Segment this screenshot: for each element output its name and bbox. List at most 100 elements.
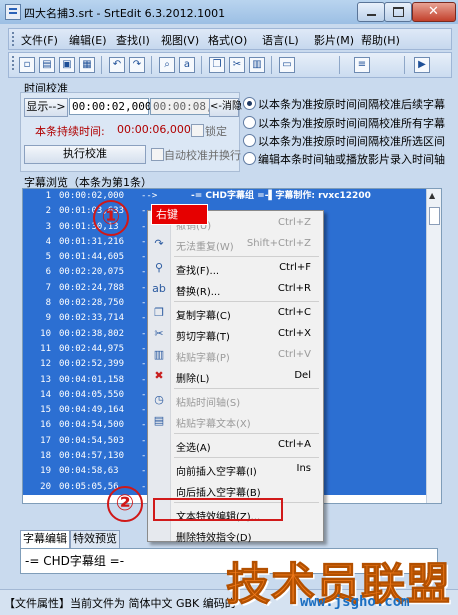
- menu-item-label: 粘贴字幕(P): [176, 353, 230, 364]
- vertical-scrollbar[interactable]: ▲: [426, 189, 441, 503]
- row-start-time: 00:04:58,63: [59, 466, 119, 477]
- play-icon[interactable]: ▶: [414, 57, 430, 73]
- menu-item-12[interactable]: 向前插入空字幕(I) Ins: [148, 459, 323, 480]
- execute-button[interactable]: 执行校准: [24, 145, 146, 164]
- menu-item-5[interactable]: ❐ 复制字幕(C) Ctrl+C: [148, 303, 323, 324]
- title-bar[interactable]: 四大名捕3.srt - SrtEdit 6.3.2012.1001 ✕: [0, 0, 458, 24]
- open-icon[interactable]: ▤: [39, 57, 55, 73]
- menu-item-shortcut: Ctrl+A: [277, 439, 311, 450]
- cut-icon[interactable]: ✂: [229, 57, 245, 73]
- save-icon[interactable]: ▣: [59, 57, 75, 73]
- scroll-up-icon[interactable]: ▲: [429, 191, 435, 200]
- tab-effect-preview[interactable]: 特效预览: [70, 530, 120, 548]
- radio-option-2[interactable]: [243, 116, 256, 129]
- row-number: 8: [45, 298, 51, 309]
- menu-item-label: 粘贴时间轴(S): [176, 398, 241, 409]
- row-number: 5: [45, 252, 51, 263]
- menu-item-shortcut: Ctrl+F: [279, 262, 311, 273]
- row-start-time: 00:02:24,788: [59, 282, 125, 293]
- row-start-time: 00:04:05,550: [59, 389, 125, 400]
- radio-option-4[interactable]: [243, 152, 256, 165]
- menu-view[interactable]: 视图(V): [161, 32, 199, 48]
- toolbar-grip[interactable]: [12, 56, 16, 70]
- delete-icon: ✖: [154, 369, 164, 382]
- replace-icon: ab: [152, 282, 166, 295]
- cancel-button[interactable]: <-消隐: [209, 98, 242, 117]
- menu-item-3[interactable]: ⚲ 查找(F)... Ctrl+F: [148, 258, 323, 279]
- close-icon: ✕: [428, 4, 439, 19]
- menu-item-label: 替换(R)...: [176, 287, 221, 298]
- menu-item-11[interactable]: 全选(A) Ctrl+A: [148, 435, 323, 456]
- radio-option-3[interactable]: [243, 134, 256, 147]
- paste-text-icon: ▤: [153, 414, 165, 427]
- menu-separator: [174, 301, 319, 302]
- highlight-box: [153, 498, 283, 521]
- table-row[interactable]: 1 00:00:02,000 --> -= CHD字幕组 =-▌字幕制作: rvxc1…: [23, 189, 427, 205]
- menu-separator: [174, 433, 319, 434]
- close-button[interactable]: ✕: [412, 2, 456, 22]
- menu-edit[interactable]: 编辑(E): [69, 32, 107, 48]
- toolbar-separator: [151, 56, 152, 74]
- list-icon[interactable]: ≡: [354, 57, 370, 73]
- menu-item-8[interactable]: ✖ 删除(L) Del: [148, 366, 323, 387]
- copy-icon[interactable]: ❐: [209, 57, 225, 73]
- row-number: 16: [40, 420, 51, 431]
- menubar-grip[interactable]: [12, 32, 16, 46]
- menu-item-4[interactable]: ab 替换(R)... Ctrl+R: [148, 279, 323, 300]
- tab-subtitle-edit[interactable]: 字幕编辑: [20, 530, 70, 548]
- toolbar-separator: [101, 56, 102, 74]
- menu-item-label: 粘贴字幕文本(X): [176, 419, 251, 430]
- menu-item-6[interactable]: ✂ 剪切字幕(T) Ctrl+X: [148, 324, 323, 345]
- minimize-button[interactable]: [357, 2, 385, 22]
- menu-item-9[interactable]: ◷ 粘贴时间轴(S): [148, 390, 323, 411]
- paste-icon[interactable]: ▥: [249, 57, 265, 73]
- toolbar-separator: [404, 56, 405, 74]
- row-number: 2: [45, 206, 51, 217]
- auto-checkbox[interactable]: [151, 148, 164, 161]
- start-time-field[interactable]: 00:00:02,000: [69, 98, 151, 115]
- menu-item-shortcut: Ins: [296, 463, 312, 474]
- menu-format[interactable]: 格式(O): [208, 32, 247, 48]
- row-text: -= CHD字幕组 =-▌字幕制作: rvxc12200: [191, 191, 371, 201]
- find-icon[interactable]: ⌕: [159, 57, 175, 73]
- step-1-marker: ①: [93, 200, 129, 236]
- row-start-time: 00:02:38,802: [59, 328, 125, 339]
- row-number: 9: [45, 313, 51, 324]
- menu-help[interactable]: 帮助(H): [361, 32, 400, 48]
- toolbar-separator: [201, 56, 202, 74]
- row-number: 7: [45, 282, 51, 293]
- maximize-button[interactable]: [384, 2, 412, 22]
- menu-item-2[interactable]: ↷ 无法重复(W) Shift+Ctrl+Z: [148, 234, 323, 255]
- scroll-thumb[interactable]: [429, 207, 440, 225]
- row-number: 6: [45, 267, 51, 278]
- app-window: 四大名捕3.srt - SrtEdit 6.3.2012.1001 ✕ 文件(F…: [0, 0, 458, 615]
- row-number: 12: [40, 359, 51, 370]
- menu-item-15[interactable]: 删除特效指令(D): [148, 525, 323, 546]
- menu-item-10[interactable]: ▤ 粘贴字幕文本(X): [148, 411, 323, 432]
- undo-icon[interactable]: ↶: [109, 57, 125, 73]
- step-2-marker: ②: [107, 486, 143, 522]
- lock-checkbox[interactable]: [191, 124, 204, 137]
- menu-item-shortcut: Shift+Ctrl+Z: [246, 238, 311, 249]
- menu-movie[interactable]: 影片(M): [314, 32, 354, 48]
- maximize-icon: [393, 7, 404, 17]
- menu-item-7[interactable]: ▥ 粘贴字幕(P) Ctrl+V: [148, 345, 323, 366]
- row-start-time: 00:04:54,500: [59, 420, 125, 431]
- new-file-icon[interactable]: ▫: [19, 57, 35, 73]
- toolbar-separator: [339, 56, 340, 74]
- radio-option-1[interactable]: [243, 97, 256, 110]
- spellcheck-icon[interactable]: a: [179, 57, 195, 73]
- window-title: 四大名捕3.srt - SrtEdit 6.3.2012.1001: [24, 7, 226, 20]
- menu-language[interactable]: 语言(L): [262, 32, 299, 48]
- end-time-field[interactable]: 00:00:08,000: [150, 98, 212, 115]
- row-number: 17: [40, 435, 51, 446]
- save-all-icon[interactable]: ▦: [79, 57, 95, 73]
- menu-bar: 文件(F) 编辑(E) 查找(I) 视图(V) 格式(O) 语言(L) 影片(M…: [8, 28, 452, 50]
- menu-item-label: 全选(A): [176, 443, 211, 454]
- menu-find[interactable]: 查找(I): [116, 32, 150, 48]
- movie-icon[interactable]: ▭: [279, 57, 295, 73]
- menu-item-label: 无法重复(W): [176, 242, 234, 253]
- redo-icon[interactable]: ↷: [129, 57, 145, 73]
- show-button[interactable]: 显示-->: [24, 98, 68, 117]
- menu-file[interactable]: 文件(F): [21, 32, 58, 48]
